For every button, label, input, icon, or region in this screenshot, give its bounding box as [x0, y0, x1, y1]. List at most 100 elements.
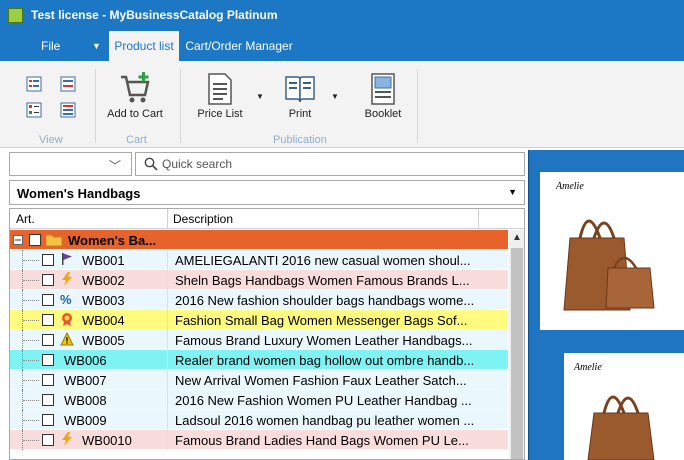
table-row[interactable]: WB007 New Arrival Women Fashion Faux Leat…: [10, 370, 508, 390]
row-art-code: WB002: [82, 273, 125, 288]
search-icon: [144, 157, 158, 171]
scroll-up-icon[interactable]: ▲: [512, 232, 522, 243]
table-row[interactable]: WB0010 Famous Brand Ladies Hand Bags Wome…: [10, 430, 508, 450]
window-title: Test license - MyBusinessCatalog Platinu…: [31, 8, 278, 22]
row-checkbox[interactable]: [42, 374, 54, 386]
print-button[interactable]: Print: [279, 73, 321, 120]
column-divider: [167, 250, 168, 270]
table-row[interactable]: WB002 Sheln Bags Handbags Women Famous Br…: [10, 270, 508, 290]
chevron-down-icon: ▼: [508, 187, 517, 197]
row-art-code: WB0010: [82, 433, 132, 448]
row-description: Sheln Bags Handbags Women Famous Brands …: [175, 273, 470, 288]
award-icon: [59, 312, 75, 328]
row-description: Fashion Small Bag Women Messenger Bags S…: [175, 313, 468, 328]
scrollbar-thumb[interactable]: [511, 248, 523, 459]
row-art-code: WB006: [64, 353, 107, 368]
handbag-image: [587, 395, 655, 460]
tree-line: [23, 340, 39, 341]
booklet-label: Booklet: [364, 108, 402, 120]
category-select-value: Women's Handbags: [17, 186, 141, 201]
product-image-card[interactable]: Amelie: [540, 172, 684, 330]
tab-cart-order-manager[interactable]: Cart/Order Manager: [183, 31, 295, 61]
column-header-art[interactable]: Art.: [16, 212, 35, 226]
print-dropdown-icon[interactable]: ▼: [331, 92, 339, 101]
row-description: Ladsoul 2016 women handbag pu leather wo…: [175, 413, 475, 428]
price-list-button[interactable]: Price List: [193, 73, 247, 120]
grid-vertical-scrollbar[interactable]: ▲: [509, 230, 524, 459]
filter-combo[interactable]: ﹀: [9, 152, 132, 176]
app-icon: [8, 8, 23, 23]
ribbon: View Add to Cart Cart Price List ▼ Print…: [0, 61, 684, 148]
table-row[interactable]: WB005 Famous Brand Luxury Women Leather H…: [10, 330, 508, 350]
svg-text:%: %: [60, 292, 72, 306]
row-checkbox[interactable]: [42, 414, 54, 426]
view-grid-icon[interactable]: [60, 102, 76, 118]
group-label: Women's Ba...: [68, 233, 157, 248]
row-description: Famous Brand Luxury Women Leather Handba…: [175, 333, 473, 348]
booklet-icon: [371, 73, 395, 105]
group-row[interactable]: Women's Ba...: [10, 230, 508, 250]
ribbon-separator: [417, 69, 418, 143]
column-divider: [167, 430, 168, 450]
row-checkbox[interactable]: [42, 254, 54, 266]
product-image-card[interactable]: Amelie: [564, 353, 684, 460]
row-art-code: WB004: [82, 313, 125, 328]
row-checkbox[interactable]: [42, 294, 54, 306]
row-description: 2016 New Fashion Women PU Leather Handba…: [175, 393, 472, 408]
row-checkbox[interactable]: [42, 434, 54, 446]
row-checkbox[interactable]: [42, 274, 54, 286]
column-divider: [478, 209, 479, 229]
row-art-code: WB009: [64, 413, 107, 428]
column-divider: [167, 270, 168, 290]
group-label-view: View: [39, 134, 63, 146]
chevron-down-icon: ▼: [92, 41, 101, 51]
view-details-icon[interactable]: [26, 102, 42, 118]
booklet-button[interactable]: Booklet: [360, 73, 406, 120]
view-list-icon[interactable]: [60, 76, 76, 92]
handbag-image: [563, 219, 655, 311]
row-description: New Arrival Women Fashion Faux Leather S…: [175, 373, 467, 388]
view-tree-icon[interactable]: [26, 76, 42, 92]
book-icon: [285, 76, 315, 103]
row-checkbox[interactable]: [42, 334, 54, 346]
table-row[interactable]: % WB003 2016 New fashion shoulder bags han…: [10, 290, 508, 310]
row-art-code: WB007: [64, 373, 107, 388]
row-description: 2016 New fashion shoulder bags handbags …: [175, 293, 475, 308]
row-description: AMELIEGALANTI 2016 new casual women shou…: [175, 253, 471, 268]
price-list-dropdown-icon[interactable]: ▼: [256, 92, 264, 101]
print-label: Print: [288, 108, 312, 120]
row-checkbox[interactable]: [42, 394, 54, 406]
table-row[interactable]: WB004 Fashion Small Bag Women Messenger B…: [10, 310, 508, 330]
row-checkbox[interactable]: [42, 314, 54, 326]
category-select[interactable]: Women's Handbags ▼: [9, 180, 525, 205]
quick-search-input[interactable]: [162, 156, 512, 172]
collapse-icon[interactable]: [13, 235, 23, 245]
lightning-icon: [59, 432, 75, 448]
menu-bar: File ▼ Product list Cart/Order Manager: [0, 31, 684, 62]
ribbon-separator: [95, 69, 96, 143]
row-description: Realer brand women bag hollow out ombre …: [175, 353, 475, 368]
file-menu-label: File: [41, 39, 61, 53]
flag-icon: [59, 252, 75, 268]
quick-search-box[interactable]: [135, 152, 525, 176]
tree-line: [23, 280, 39, 281]
document-icon: [208, 73, 232, 105]
row-art-code: WB005: [82, 333, 125, 348]
tab-product-list[interactable]: Product list: [109, 31, 179, 62]
tree-line: [23, 400, 39, 401]
row-art-code: WB008: [64, 393, 107, 408]
group-checkbox[interactable]: [29, 234, 41, 246]
table-row[interactable]: WB001 AMELIEGALANTI 2016 new casual women…: [10, 250, 508, 270]
add-to-cart-button[interactable]: Add to Cart: [101, 71, 169, 120]
column-divider: [167, 350, 168, 370]
row-checkbox[interactable]: [42, 354, 54, 366]
file-menu[interactable]: File ▼: [0, 31, 108, 61]
column-divider: [167, 390, 168, 410]
table-row[interactable]: WB006 Realer brand women bag hollow out o…: [10, 350, 508, 370]
percent-icon: %: [59, 292, 75, 308]
title-bar: Test license - MyBusinessCatalog Platinu…: [0, 0, 684, 31]
column-header-description[interactable]: Description: [173, 212, 233, 226]
row-description: Famous Brand Ladies Hand Bags Women PU L…: [175, 433, 469, 448]
table-row[interactable]: WB009 Ladsoul 2016 women handbag pu leath…: [10, 410, 508, 430]
table-row[interactable]: WB008 2016 New Fashion Women PU Leather H…: [10, 390, 508, 410]
